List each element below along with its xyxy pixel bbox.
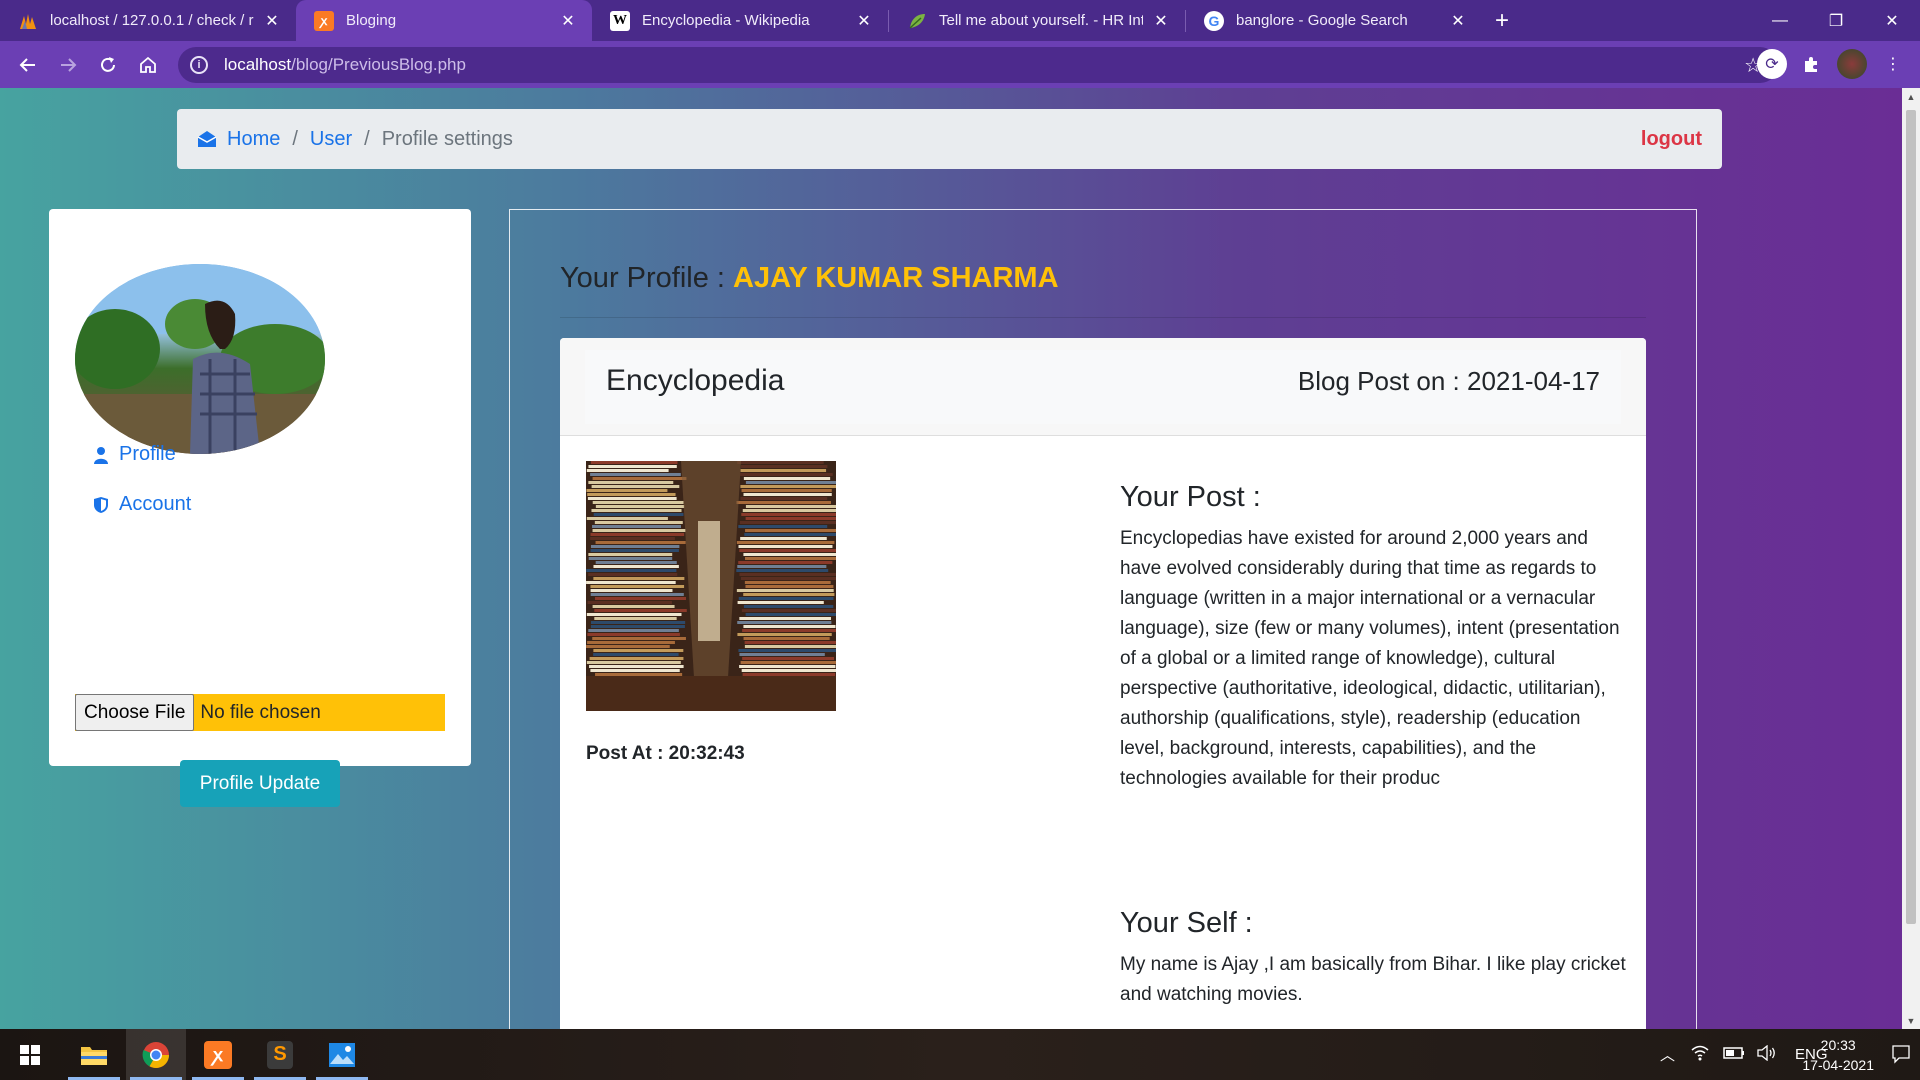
- scrollbar-thumb[interactable]: [1906, 110, 1916, 924]
- tab-hr-interview[interactable]: Tell me about yourself. - HR Inter ✕: [889, 0, 1185, 41]
- home-icon[interactable]: [128, 45, 168, 85]
- sidebar-item-label: Profile: [119, 443, 176, 465]
- tab-bloging[interactable]: ꭗ Bloging ✕: [296, 0, 592, 41]
- file-explorer-icon[interactable]: [64, 1029, 124, 1080]
- envelope-open-icon: [197, 131, 217, 147]
- close-tab-icon[interactable]: ✕: [558, 11, 578, 31]
- choose-file-button[interactable]: Choose File: [75, 694, 195, 731]
- breadcrumb: Home / User / Profile settings logout: [177, 109, 1722, 169]
- close-window-icon[interactable]: ✕: [1864, 0, 1920, 41]
- your-post-heading: Your Post :: [1120, 481, 1261, 513]
- breadcrumb-separator: /: [364, 127, 370, 150]
- breadcrumb-user-link[interactable]: User: [310, 128, 352, 151]
- clock-date: 17-04-2021: [1802, 1057, 1874, 1073]
- menu-kebab-icon[interactable]: ⋮: [1878, 49, 1908, 79]
- battery-icon[interactable]: [1723, 1046, 1745, 1063]
- post-date: Blog Post on : 2021-04-17: [1297, 366, 1600, 396]
- profile-main-panel: Your Profile : AJAY KUMAR SHARMA Encyclo…: [509, 209, 1697, 1029]
- notifications-icon[interactable]: [1890, 1043, 1912, 1065]
- close-tab-icon[interactable]: ✕: [854, 11, 874, 31]
- page-scrollbar[interactable]: ▲ ▼: [1902, 88, 1920, 1029]
- breadcrumb-home-link[interactable]: Home: [227, 128, 280, 151]
- tab-google-search[interactable]: G banglore - Google Search ✕: [1186, 0, 1482, 41]
- close-tab-icon[interactable]: ✕: [1151, 11, 1171, 31]
- profile-image-file-input[interactable]: Choose File No file chosen: [75, 694, 445, 731]
- tab-title: Bloging: [346, 12, 397, 29]
- restore-icon[interactable]: ❐: [1808, 0, 1864, 41]
- post-card-header: Encyclopedia Blog Post on : 2021-04-17: [560, 338, 1646, 436]
- wikipedia-icon: W: [610, 10, 630, 31]
- logout-link[interactable]: logout: [1641, 128, 1702, 151]
- sidebar-item-account[interactable]: Account: [93, 493, 191, 516]
- taskbar-clock[interactable]: 20:33 17-04-2021: [1802, 1035, 1874, 1075]
- tab-title: Encyclopedia - Wikipedia: [642, 12, 810, 29]
- close-tab-icon[interactable]: ✕: [262, 11, 282, 31]
- profile-heading: Your Profile : AJAY KUMAR SHARMA: [560, 262, 1059, 295]
- profile-avatar: [75, 264, 325, 454]
- file-status-text: No file chosen: [200, 701, 321, 723]
- profile-update-button[interactable]: Profile Update: [180, 760, 340, 807]
- profile-name: AJAY KUMAR SHARMA: [733, 262, 1059, 294]
- profile-avatar-icon[interactable]: [1837, 49, 1867, 79]
- site-info-icon[interactable]: i: [190, 56, 208, 74]
- google-icon: G: [1204, 10, 1224, 31]
- blog-post-card: Encyclopedia Blog Post on : 2021-04-17 P…: [560, 338, 1646, 1029]
- xampp-icon: ꭗ: [314, 10, 334, 31]
- scroll-up-arrow-icon[interactable]: ▲: [1902, 88, 1920, 105]
- leaf-icon: [907, 11, 927, 31]
- address-bar[interactable]: i localhost/blog/PreviousBlog.php ☆: [178, 47, 1778, 83]
- tab-phpmyadmin[interactable]: localhost / 127.0.0.1 / check / reg ✕: [0, 0, 296, 41]
- your-post-text: Encyclopedias have existed for around 2,…: [1120, 528, 1620, 789]
- post-image: [586, 461, 836, 711]
- minimize-icon[interactable]: —: [1752, 0, 1808, 41]
- sidebar-item-profile[interactable]: Profile: [93, 443, 176, 466]
- show-hidden-icons-chevron-icon[interactable]: ︿: [1660, 1044, 1675, 1065]
- clock-time: 20:33: [1820, 1037, 1856, 1053]
- scroll-down-arrow-icon[interactable]: ▼: [1902, 1012, 1920, 1029]
- photos-icon[interactable]: [312, 1029, 372, 1080]
- new-tab-button[interactable]: +: [1482, 0, 1522, 41]
- tab-title: banglore - Google Search: [1236, 12, 1408, 29]
- volume-icon[interactable]: [1757, 1044, 1777, 1065]
- sublime-text-icon[interactable]: S: [250, 1029, 310, 1080]
- tab-title: localhost / 127.0.0.1 / check / reg: [50, 12, 254, 29]
- close-tab-icon[interactable]: ✕: [1448, 11, 1468, 31]
- profile-sidebar-card: Profile Account Choose File No file chos…: [49, 209, 471, 807]
- forward-arrow-icon[interactable]: [48, 45, 88, 85]
- post-title: Encyclopedia: [606, 364, 785, 397]
- wifi-icon[interactable]: [1691, 1045, 1709, 1065]
- breadcrumb-separator: /: [292, 127, 298, 150]
- user-icon: [94, 446, 108, 464]
- windows-taskbar: ꭗ S ︿ ENG 20:33 17-04-2021: [0, 1029, 1920, 1080]
- page-content: Home / User / Profile settings logout Pr…: [0, 88, 1902, 1029]
- profile-heading-label: Your Profile :: [560, 262, 734, 294]
- chrome-icon[interactable]: [126, 1029, 186, 1080]
- reload-icon[interactable]: [88, 45, 128, 85]
- tab-wikipedia[interactable]: W Encyclopedia - Wikipedia ✕: [592, 0, 888, 41]
- browser-tab-bar: localhost / 127.0.0.1 / check / reg ✕ ꭗ …: [0, 0, 1920, 41]
- sidebar-item-label: Account: [119, 493, 192, 515]
- browser-toolbar: i localhost/blog/PreviousBlog.php ☆ ⟳ ⋮: [0, 41, 1920, 88]
- extensions-puzzle-icon[interactable]: [1796, 49, 1826, 79]
- back-arrow-icon[interactable]: [8, 45, 48, 85]
- url-text: localhost/blog/PreviousBlog.php: [224, 55, 466, 74]
- your-self-text: My name is Ajay ,I am basically from Bih…: [1120, 954, 1626, 1005]
- xampp-taskbar-icon[interactable]: ꭗ: [188, 1029, 248, 1080]
- your-self-heading: Your Self :: [1120, 907, 1253, 939]
- windows-start-icon[interactable]: [0, 1029, 60, 1080]
- breadcrumb-current: Profile settings: [381, 127, 513, 150]
- tab-title: Tell me about yourself. - HR Inter: [939, 12, 1143, 29]
- window-controls: — ❐ ✕: [1752, 0, 1920, 41]
- post-time: Post At : 20:32:43: [586, 743, 745, 764]
- phpmyadmin-icon: [18, 11, 38, 31]
- shield-icon: [94, 496, 108, 513]
- extension-icon[interactable]: ⟳: [1757, 49, 1787, 79]
- divider: [560, 317, 1646, 318]
